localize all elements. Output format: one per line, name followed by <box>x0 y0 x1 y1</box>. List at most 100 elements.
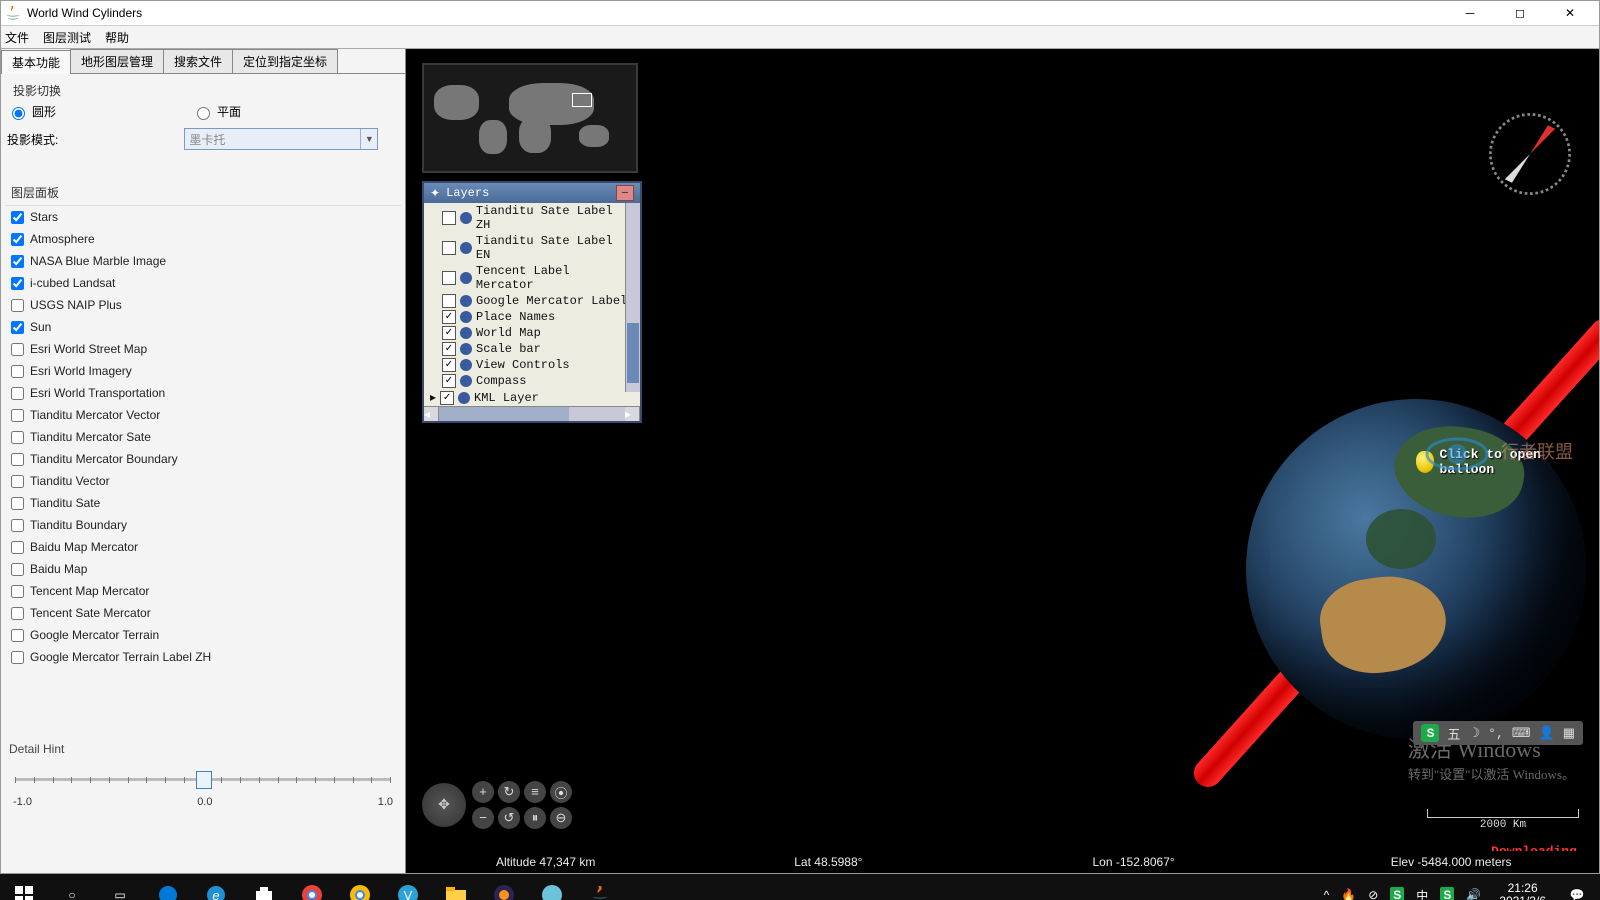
layer-checkbox[interactable] <box>11 519 24 532</box>
layers-float-header[interactable]: ✦ Layers — <box>424 183 640 203</box>
layer-checkbox[interactable] <box>11 629 24 642</box>
maximize-button[interactable]: ◻ <box>1495 2 1545 24</box>
start-button[interactable] <box>0 874 48 900</box>
float-layer-row[interactable]: ✓Compass <box>424 373 640 389</box>
layer-item[interactable]: i-cubed Landsat <box>5 272 401 294</box>
float-layer-checkbox[interactable] <box>442 241 456 255</box>
cortana-button[interactable]: ○ <box>48 874 96 900</box>
layer-item[interactable]: Tianditu Vector <box>5 470 401 492</box>
ime-mode[interactable]: 五 <box>1447 724 1460 743</box>
layers-float-vscroll[interactable] <box>625 203 640 392</box>
system-tray[interactable]: ^ 🔥 ⊘ S 中 S 🔊 <box>1314 887 1492 900</box>
layer-checkbox[interactable] <box>11 211 24 224</box>
tab-basic[interactable]: 基本功能 <box>1 50 71 74</box>
tray-app-icon-1[interactable]: 🔥 <box>1341 888 1356 900</box>
float-layer-checkbox[interactable] <box>442 211 456 225</box>
menu-help[interactable]: 帮助 <box>105 29 129 46</box>
heading-right-button[interactable]: ⏸ <box>524 807 546 829</box>
layer-item[interactable]: Tianditu Mercator Boundary <box>5 448 401 470</box>
radio-sphere[interactable]: 圆形 <box>7 103 56 120</box>
layer-item[interactable]: Sun <box>5 316 401 338</box>
float-layer-row[interactable]: Tianditu Sate Label ZH <box>424 203 640 233</box>
layer-checkbox[interactable] <box>11 409 24 422</box>
layer-checkbox[interactable] <box>11 321 24 334</box>
layer-item[interactable]: Esri World Imagery <box>5 360 401 382</box>
taskbar-explorer[interactable] <box>432 874 480 900</box>
detail-slider-thumb[interactable] <box>196 771 212 789</box>
float-layer-row[interactable]: ✓Place Names <box>424 309 640 325</box>
tray-overflow-icon[interactable]: ^ <box>1324 888 1330 900</box>
layer-item[interactable]: Tencent Sate Mercator <box>5 602 401 624</box>
taskbar-app-face[interactable] <box>528 874 576 900</box>
layer-item[interactable]: Google Mercator Terrain Label ZH <box>5 646 401 668</box>
layers-list[interactable]: StarsAtmosphereNASA Blue Marble Imagei-c… <box>5 205 401 736</box>
float-layer-checkbox[interactable]: ✓ <box>442 342 456 356</box>
layer-checkbox[interactable] <box>11 607 24 620</box>
menu-layer-test[interactable]: 图层测试 <box>43 29 91 46</box>
layer-item[interactable]: Tianditu Sate <box>5 492 401 514</box>
float-layer-row[interactable]: ✓World Map <box>424 325 640 341</box>
float-layer-checkbox[interactable] <box>442 294 456 308</box>
layer-checkbox[interactable] <box>11 255 24 268</box>
layer-checkbox[interactable] <box>11 431 24 444</box>
taskbar-edge[interactable] <box>144 874 192 900</box>
layer-checkbox[interactable] <box>11 233 24 246</box>
ime-toolbar[interactable]: S 五 ☽ °, ⌨ 👤 ▦ <box>1413 721 1583 745</box>
layer-checkbox[interactable] <box>11 277 24 290</box>
float-layer-checkbox[interactable]: ✓ <box>442 358 456 372</box>
layer-checkbox[interactable] <box>11 453 24 466</box>
float-layer-checkbox[interactable] <box>442 271 456 285</box>
layer-checkbox[interactable] <box>11 299 24 312</box>
task-view-button[interactable]: ▭ <box>96 874 144 900</box>
layer-checkbox[interactable] <box>11 585 24 598</box>
fov-wide-button[interactable]: ⦿ <box>550 781 572 803</box>
layer-item[interactable]: Esri World Street Map <box>5 338 401 360</box>
layer-checkbox[interactable] <box>11 497 24 510</box>
action-center-button[interactable]: 💬 <box>1554 874 1600 900</box>
globe-view[interactable]: Click to open balloon ✦ Layers — Tiandit… <box>406 49 1599 873</box>
taskbar-java[interactable] <box>576 874 624 900</box>
radio-flat-input[interactable] <box>197 107 210 120</box>
taskbar-chrome-2[interactable] <box>336 874 384 900</box>
float-layer-row[interactable]: Tencent Label Mercator <box>424 263 640 293</box>
layer-checkbox[interactable] <box>11 387 24 400</box>
tab-terrain-mgr[interactable]: 地形图层管理 <box>70 49 164 73</box>
float-layer-row[interactable]: Google Mercator Label <box>424 293 640 309</box>
taskbar-chrome[interactable] <box>288 874 336 900</box>
fov-narrow-button[interactable]: ⊖ <box>550 807 572 829</box>
radio-flat[interactable]: 平面 <box>192 103 241 120</box>
close-button[interactable]: ✕ <box>1545 2 1595 24</box>
layer-item[interactable]: NASA Blue Marble Image <box>5 250 401 272</box>
layers-float-hscroll[interactable]: ◂▸ <box>424 406 640 421</box>
layer-item[interactable]: Tianditu Boundary <box>5 514 401 536</box>
ime-user-icon[interactable]: 👤 <box>1539 726 1555 741</box>
projection-mode-combo[interactable]: 墨卡托 ▼ <box>184 128 378 150</box>
taskbar-store[interactable] <box>240 874 288 900</box>
ime-moon-icon[interactable]: ☽ <box>1468 726 1480 741</box>
float-layer-row[interactable]: Tianditu Sate Label EN <box>424 233 640 263</box>
float-layer-row[interactable]: ✓View Controls <box>424 357 640 373</box>
float-layer-checkbox[interactable]: ✓ <box>440 391 454 405</box>
float-layer-row[interactable]: ▸✓KML Layer <box>424 389 640 406</box>
menu-file[interactable]: 文件 <box>5 29 29 46</box>
compass[interactable] <box>1485 109 1575 199</box>
layer-item[interactable]: Google Mercator Terrain <box>5 624 401 646</box>
layer-item[interactable]: Tencent Map Mercator <box>5 580 401 602</box>
layer-item[interactable]: Baidu Map <box>5 558 401 580</box>
layer-checkbox[interactable] <box>11 475 24 488</box>
tray-ime-lang[interactable]: 中 <box>1416 887 1428 900</box>
tray-volume-icon[interactable]: 🔊 <box>1466 888 1481 900</box>
tilt-up-button[interactable]: ↻ <box>498 781 520 803</box>
taskbar-ie[interactable]: e <box>192 874 240 900</box>
radio-sphere-input[interactable] <box>12 107 25 120</box>
minimize-button[interactable]: ─ <box>1445 2 1495 24</box>
ime-punct-icon[interactable]: °, <box>1488 726 1504 741</box>
ime-grid-icon[interactable]: ▦ <box>1563 726 1575 741</box>
taskbar-app-v[interactable]: V <box>384 874 432 900</box>
taskbar-eclipse[interactable] <box>480 874 528 900</box>
layer-item[interactable]: Tianditu Mercator Vector <box>5 404 401 426</box>
layer-item[interactable]: Atmosphere <box>5 228 401 250</box>
world-map-inset[interactable] <box>422 63 638 173</box>
layer-item[interactable]: USGS NAIP Plus <box>5 294 401 316</box>
layer-checkbox[interactable] <box>11 343 24 356</box>
